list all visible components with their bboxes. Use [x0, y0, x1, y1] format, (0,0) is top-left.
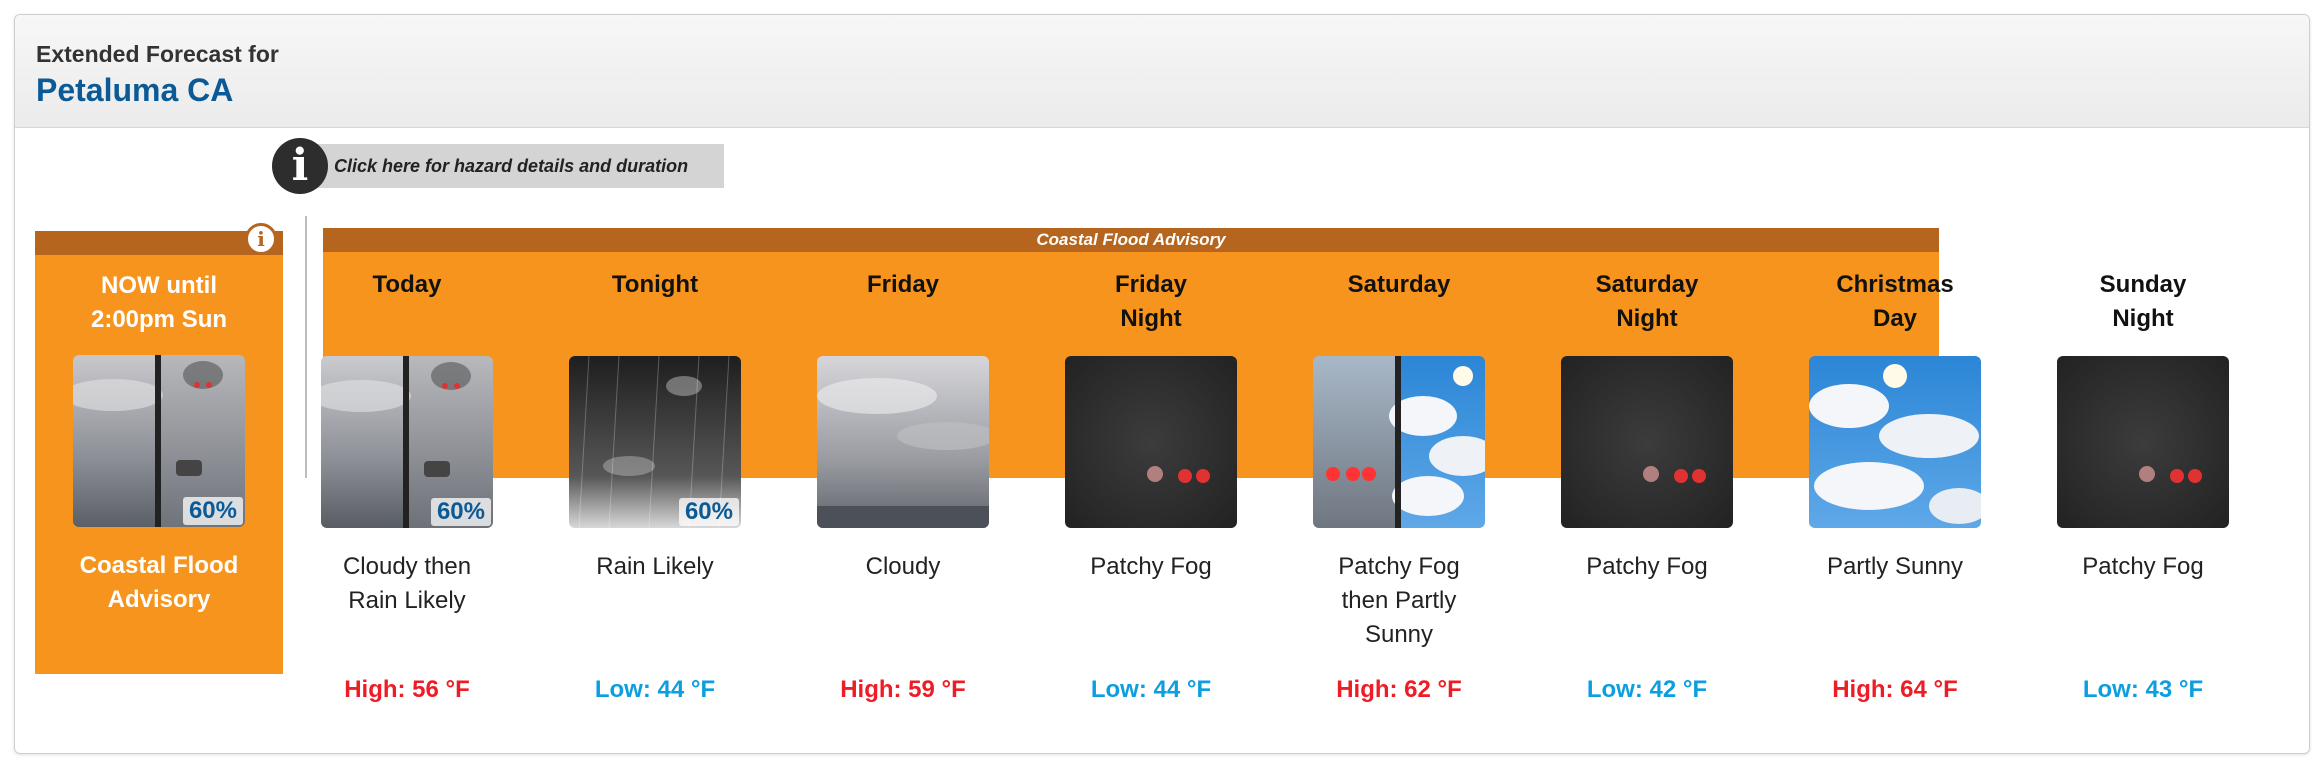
period-condition-line: Partly Sunny — [1826, 553, 1964, 580]
period-condition-line: Cloudy — [865, 553, 941, 580]
info-icon[interactable]: i — [272, 138, 328, 194]
period-condition: Patchy Fog — [1523, 550, 1771, 584]
period-name: Christmas Day — [1771, 268, 2019, 336]
period-name-line: Sunday — [2099, 271, 2187, 298]
hazard-link-text[interactable]: Click here for hazard details and durati… — [334, 156, 688, 177]
high-temp: High: 64 °F — [1832, 676, 1958, 703]
period-name-line: Night — [1120, 305, 1182, 332]
fog-night-icon[interactable] — [1065, 356, 1237, 528]
period-condition: Cloudy then Rain Likely — [283, 550, 531, 618]
period-condition: Patchy Fog — [1027, 550, 1275, 584]
period-condition: Partly Sunny — [1771, 550, 2019, 584]
period-condition-line: Sunny — [1364, 621, 1434, 648]
fog-partly-sunny-split-icon[interactable] — [1313, 356, 1485, 528]
period-name: Friday Night — [1027, 268, 1275, 336]
period-name: Today — [283, 268, 531, 336]
high-temp: High: 62 °F — [1336, 676, 1462, 703]
period-condition: Patchy Fog — [2019, 550, 2267, 584]
fog-night-icon[interactable] — [1561, 356, 1733, 528]
pop-percent: 60% — [182, 497, 243, 525]
now-line2: 2:00pm Sun — [90, 306, 228, 333]
period-condition-line: Patchy Fog — [1586, 553, 1708, 580]
period-condition-line: Cloudy then — [342, 553, 472, 580]
period-name-line: Day — [1872, 305, 1918, 332]
period-name: Friday — [779, 268, 1027, 336]
cloudy-rain-split-icon[interactable]: 60% — [321, 356, 493, 528]
period-name-line: Night — [1616, 305, 1678, 332]
period-condition: Rain Likely — [531, 550, 779, 584]
period-name-line: Today — [372, 271, 442, 298]
period-name: Saturday — [1275, 268, 1523, 336]
advisory-strip-label[interactable]: Coastal Flood Advisory — [323, 228, 1939, 252]
now-title: NOW until 2:00pm Sun — [35, 269, 283, 337]
high-temp: High: 56 °F — [344, 676, 470, 703]
pop-percent: 60% — [678, 498, 739, 526]
rain-night-icon[interactable]: 60% — [569, 356, 741, 528]
now-condition-line1: Coastal Flood — [79, 552, 239, 579]
period-name-line: Christmas — [1836, 271, 1954, 298]
period-condition-line: then Partly — [1341, 587, 1457, 614]
fog-night-icon[interactable] — [2057, 356, 2229, 528]
low-temp: Low: 44 °F — [594, 676, 716, 703]
panel-header: Extended Forecast for Petaluma CA — [15, 15, 2309, 128]
period-name: Sunday Night — [2019, 268, 2267, 336]
period-name-line: Saturday — [1347, 271, 1451, 298]
period-name-line: Friday — [866, 271, 940, 298]
partly-sunny-icon[interactable] — [1809, 356, 1981, 528]
period-condition: Patchy Fog then Partly Sunny — [1275, 550, 1523, 652]
pop-percent: 60% — [430, 498, 491, 526]
now-condition-line2: Advisory — [107, 586, 211, 613]
period-name-line: Saturday — [1595, 271, 1699, 298]
period-name-line: Tonight — [611, 271, 699, 298]
period-condition-line: Patchy Fog — [1090, 553, 1212, 580]
now-condition: Coastal Flood Advisory — [35, 549, 283, 617]
cloudy-icon[interactable] — [817, 356, 989, 528]
period-name: Saturday Night — [1523, 268, 1771, 336]
info-icon[interactable]: i — [245, 223, 277, 255]
period-condition-line: Patchy Fog — [2082, 553, 2204, 580]
location-title: Petaluma CA — [36, 72, 234, 108]
low-temp: Low: 44 °F — [1090, 676, 1212, 703]
hazard-guide-line — [305, 216, 307, 478]
low-temp: Low: 42 °F — [1586, 676, 1708, 703]
period-name-line: Friday — [1114, 271, 1188, 298]
now-line1: NOW until — [101, 272, 217, 299]
period-condition-line: Rain Likely — [348, 587, 466, 614]
low-temp: Low: 43 °F — [2082, 676, 2204, 703]
period-name-line: Night — [2112, 305, 2174, 332]
header-label: Extended Forecast for — [36, 41, 279, 67]
hazard-details-link[interactable]: i Click here for hazard details and dura… — [272, 138, 724, 194]
cloudy-rain-split-icon: 60% — [73, 355, 245, 527]
period-condition: Cloudy — [779, 550, 1027, 584]
period-condition-line: Patchy Fog — [1338, 553, 1460, 580]
period-name: Tonight — [531, 268, 779, 336]
high-temp: High: 59 °F — [840, 676, 966, 703]
now-hazard-box[interactable]: i NOW until 2:00pm Sun 60% Coastal Flood… — [35, 223, 283, 674]
period-condition-line: Rain Likely — [596, 553, 714, 580]
